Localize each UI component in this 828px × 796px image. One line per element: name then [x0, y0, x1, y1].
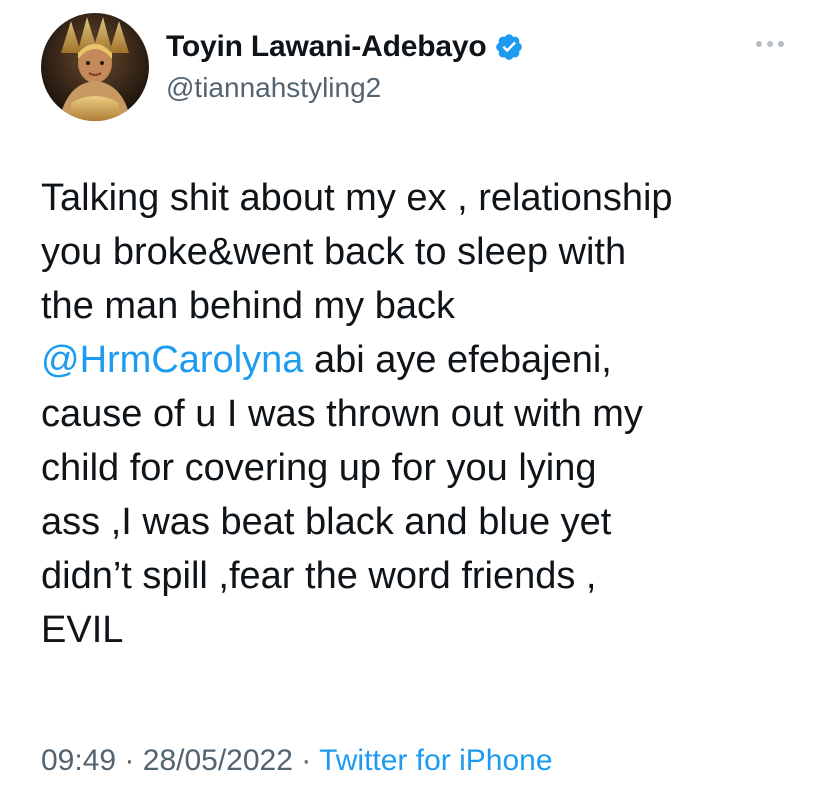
- more-options-button[interactable]: [752, 32, 788, 56]
- avatar-image: [41, 13, 149, 121]
- tweet-text-line: you broke&went back to sleep with: [41, 231, 627, 273]
- meta-separator: ·: [124, 744, 135, 777]
- tweet-text-line: cause of u I was thrown out with my: [41, 393, 643, 435]
- verified-badge-icon: [494, 32, 524, 62]
- tweet-text-line: the man behind my back: [41, 285, 456, 327]
- tweet-text-line: Talking shit about my ex , relationship: [41, 177, 673, 219]
- tweet-text-line: EVIL: [41, 609, 124, 651]
- tweet-text: Talking shit about my ex , relationship …: [41, 171, 811, 657]
- more-options-icon: [755, 35, 785, 53]
- tweet-text-line: child for covering up for you lying: [41, 447, 597, 489]
- tweet-time[interactable]: 09:49: [41, 744, 116, 777]
- author-display-name[interactable]: Toyin Lawani-Adebayo: [166, 30, 487, 64]
- tweet-text-line: ass ,I was beat black and blue yet: [41, 501, 612, 543]
- author-name-row: Toyin Lawani-Adebayo: [166, 29, 524, 65]
- avatar[interactable]: [41, 13, 149, 121]
- tweet-source-link[interactable]: Twitter for iPhone: [319, 744, 552, 777]
- tweet-text-segment: abi aye efebajeni,: [313, 339, 612, 381]
- mention-link[interactable]: @HrmCarolyna: [41, 339, 303, 381]
- tweet-text-line-with-mention: @HrmCarolyna abi aye efebajeni,: [41, 333, 811, 387]
- tweet-text-line: didn’t spill ,fear the word friends ,: [41, 555, 597, 597]
- tweet-metadata: 09:49 · 28/05/2022 · Twitter for iPhone: [41, 744, 553, 778]
- author-handle[interactable]: @tiannahstyling2: [166, 72, 381, 104]
- meta-separator: ·: [301, 744, 312, 777]
- tweet-date[interactable]: 28/05/2022: [143, 744, 293, 777]
